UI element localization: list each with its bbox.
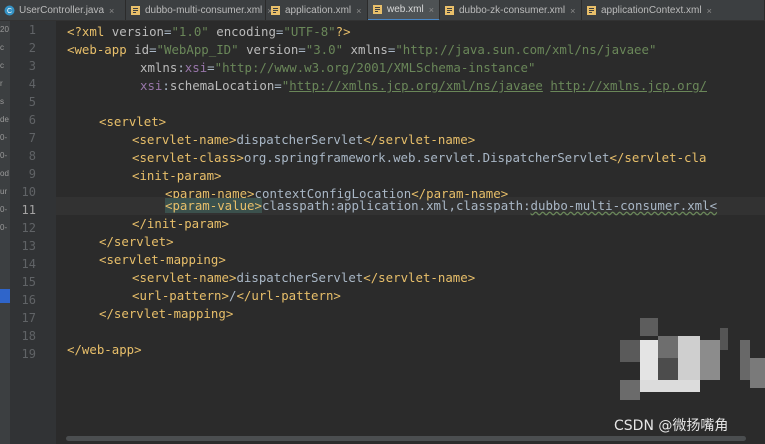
horizontal-scrollbar[interactable] (66, 436, 746, 441)
tab-application-xml[interactable]: application.xml × (266, 0, 368, 20)
project-tree-fragment: 0- (0, 223, 8, 232)
line-number: 16 (21, 293, 36, 307)
tab-label: applicationContext.xml (601, 5, 702, 16)
line-number: 12 (21, 221, 36, 235)
code-line-1: <?xml version="1.0" encoding="UTF-8"?> (67, 24, 351, 39)
code-line-4: xsi:schemaLocation="http://xmlns.jcp.org… (140, 78, 707, 93)
current-line-number: 11 (21, 203, 36, 217)
code-line-3: xmlns:xsi="http://www.w3.org/2001/XMLSch… (140, 60, 536, 75)
code-line-13: </servlet> (99, 234, 174, 249)
close-icon[interactable]: × (109, 6, 114, 16)
code-line-2: <web-app id="WebApp_ID" version="3.0" xm… (67, 42, 657, 57)
project-tree-fragment: s (0, 97, 4, 106)
code-line-12: </init-param> (132, 216, 229, 231)
code-line-19: </web-app> (67, 342, 142, 357)
tab-label: application.xml (285, 5, 352, 16)
xml-file-icon (586, 5, 597, 16)
close-icon[interactable]: × (570, 6, 575, 16)
xml-file-icon (444, 5, 455, 16)
line-number: 9 (28, 167, 36, 181)
project-tree-fragment: 0- (0, 133, 8, 142)
tab-label: dubbo-zk-consumer.xml (459, 5, 566, 16)
code-line-9: <init-param> (132, 168, 222, 183)
line-number: 17 (21, 311, 36, 325)
xml-file-icon (270, 5, 281, 16)
project-tree-fragment: 0- (0, 205, 8, 214)
line-number-gutter: 1 2 3 4 5 6 7 8 9 10 11 12 13 14 15 16 1… (10, 21, 68, 444)
line-number: 15 (21, 275, 36, 289)
svg-text:C: C (7, 8, 12, 15)
tab-web-xml[interactable]: web.xml × (368, 0, 440, 20)
line-number: 1 (28, 23, 36, 37)
code-line-6: <servlet> (99, 114, 167, 129)
code-line-15: <servlet-name>dispatcherServlet</servlet… (132, 270, 476, 285)
tab-applicationcontext-xml[interactable]: applicationContext.xml × (582, 0, 765, 20)
code-line-11: <param-value>classpath:application.xml,c… (165, 198, 718, 213)
project-tree-fragment: od (0, 169, 9, 178)
project-tree-fragment: de (0, 115, 9, 124)
project-tree-fragment: 20 (0, 25, 9, 34)
editor-tab-bar: C UserController.java × dubbo-multi-cons… (0, 0, 765, 21)
avatar-mosaic (620, 318, 765, 410)
line-number: 7 (28, 131, 36, 145)
tab-dubbo-multi-consumer-xml[interactable]: dubbo-multi-consumer.xml × (126, 0, 273, 20)
code-line-16: <url-pattern>/</url-pattern> (132, 288, 341, 303)
tab-usercontroller-java[interactable]: C UserController.java × (0, 0, 126, 20)
line-number: 6 (28, 113, 36, 127)
tab-label: web.xml (387, 4, 424, 15)
csdn-watermark: CSDN @微扬嘴角 (614, 418, 729, 434)
xml-file-icon (130, 5, 141, 16)
line-number: 13 (21, 239, 36, 253)
project-tree-fragment: c (0, 61, 4, 70)
line-number: 10 (21, 185, 36, 199)
code-line-7: <servlet-name>dispatcherServlet</servlet… (132, 132, 476, 147)
code-line-17: </servlet-mapping> (99, 306, 234, 321)
line-number: 3 (28, 59, 36, 73)
close-icon[interactable]: × (356, 6, 361, 16)
project-tree-fragment: r (0, 79, 3, 88)
tab-dubbo-zk-consumer-xml[interactable]: dubbo-zk-consumer.xml × (440, 0, 582, 20)
line-number: 8 (28, 149, 36, 163)
line-number: 4 (28, 77, 36, 91)
project-tree-fragment: ur (0, 187, 8, 196)
line-number: 18 (21, 329, 36, 343)
line-number: 5 (28, 95, 36, 109)
java-class-icon: C (4, 5, 15, 16)
close-icon[interactable]: × (707, 6, 712, 16)
close-icon[interactable]: × (429, 5, 434, 15)
line-number: 19 (21, 347, 36, 361)
xml-file-icon (372, 4, 383, 15)
project-tree-fragment: c (0, 43, 4, 52)
tab-label: UserController.java (19, 5, 105, 16)
code-line-8: <servlet-class>org.springframework.web.s… (132, 150, 707, 165)
line-number: 2 (28, 41, 36, 55)
line-number: 14 (21, 257, 36, 271)
code-line-14: <servlet-mapping> (99, 252, 226, 267)
project-tree-fragment: 0- (0, 151, 8, 160)
project-panel-strip[interactable]: 20 c c r s de 0- 0- od ur 0- 0- (0, 21, 10, 444)
project-selection-marker (0, 289, 10, 303)
tab-label: dubbo-multi-consumer.xml (145, 5, 263, 16)
